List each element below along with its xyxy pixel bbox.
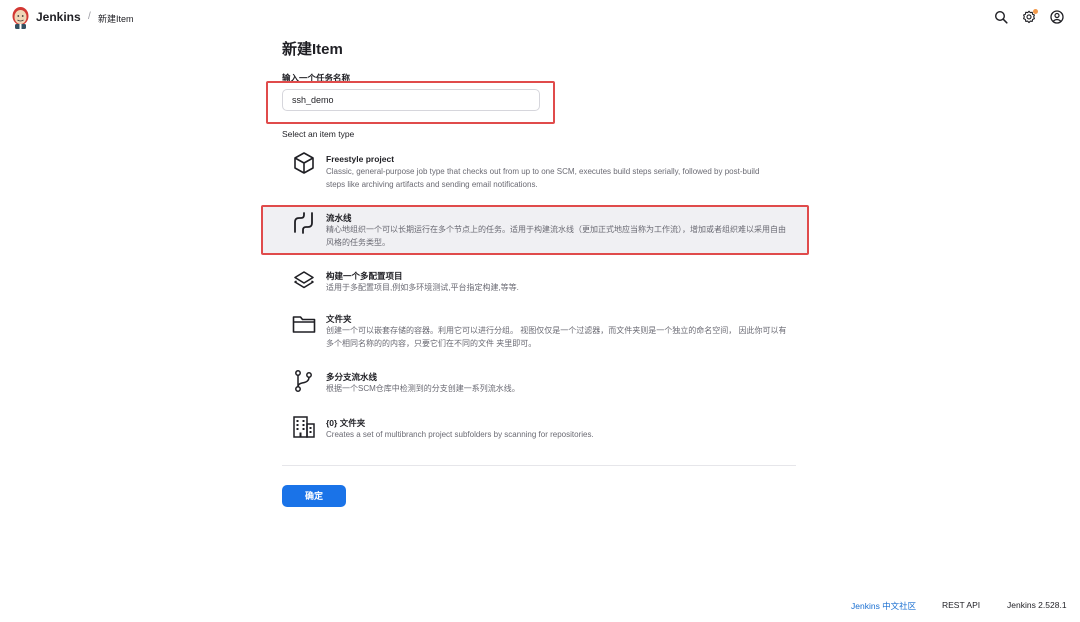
folder-icon (292, 316, 316, 333)
brand-name[interactable]: Jenkins (36, 10, 81, 24)
top-header: Jenkins / 新建Item (0, 0, 1080, 36)
item-type-label: Select an item type (282, 129, 355, 139)
pipeline-icon (294, 212, 313, 234)
item-type-organization-folder[interactable]: {0} 文件夹 Creates a set of multibranch pro… (282, 415, 802, 445)
item-description: Creates a set of multibranch project sub… (326, 430, 594, 439)
breadcrumb-current[interactable]: 新建Item (98, 12, 134, 25)
notification-badge (1033, 9, 1038, 14)
jenkins-logo-icon[interactable] (11, 6, 30, 29)
branch-icon (295, 370, 312, 392)
item-type-folder[interactable]: 文件夹 创建一个可以嵌套存储的容器。利用它可以进行分组。 视图仅仅是一个过滤器，… (282, 312, 802, 352)
building-icon (293, 416, 315, 438)
breadcrumb-separator: / (88, 11, 91, 22)
item-title: 流水线 (326, 213, 352, 223)
ok-button[interactable]: 确定 (282, 485, 346, 507)
page-title: 新建Item (282, 41, 343, 58)
footer-version[interactable]: Jenkins 2.528.1 (1007, 600, 1067, 610)
item-description: 适用于多配置项目,例如多环境测试,平台指定构建,等等. (326, 283, 519, 292)
item-description: 创建一个可以嵌套存储的容器。利用它可以进行分组。 视图仅仅是一个过滤器，而文件夹… (326, 326, 787, 348)
item-type-freestyle[interactable]: Freestyle project Classic, general-purpo… (282, 151, 802, 193)
item-description: Classic, general-purpose job type that c… (326, 167, 760, 189)
item-description: 根据一个SCM仓库中检测到的分支创建一系列流水线。 (326, 384, 520, 393)
footer-community-link[interactable]: Jenkins 中文社区 (851, 600, 916, 612)
item-type-multi-config[interactable]: 构建一个多配置项目 适用于多配置项目,例如多环境测试,平台指定构建,等等. (282, 268, 802, 298)
divider (282, 465, 796, 466)
layers-icon (294, 271, 314, 289)
cube-icon (294, 152, 314, 174)
item-title: {0} 文件夹 (326, 418, 366, 428)
search-icon[interactable] (994, 10, 1008, 24)
item-title: Freestyle project (326, 154, 395, 164)
item-title: 构建一个多配置项目 (326, 271, 403, 281)
footer-rest-api-link[interactable]: REST API (942, 600, 980, 610)
user-icon[interactable] (1050, 10, 1064, 24)
item-description: 精心地组织一个可以长期运行在多个节点上的任务。适用于构建流水线（更加正式地应当称… (326, 225, 786, 247)
item-name-input[interactable] (282, 89, 540, 111)
item-type-pipeline[interactable]: 流水线 精心地组织一个可以长期运行在多个节点上的任务。适用于构建流水线（更加正式… (282, 211, 802, 251)
item-type-multibranch[interactable]: 多分支流水线 根据一个SCM仓库中检测到的分支创建一系列流水线。 (282, 369, 802, 399)
item-title: 多分支流水线 (326, 372, 378, 382)
item-title: 文件夹 (326, 314, 352, 324)
